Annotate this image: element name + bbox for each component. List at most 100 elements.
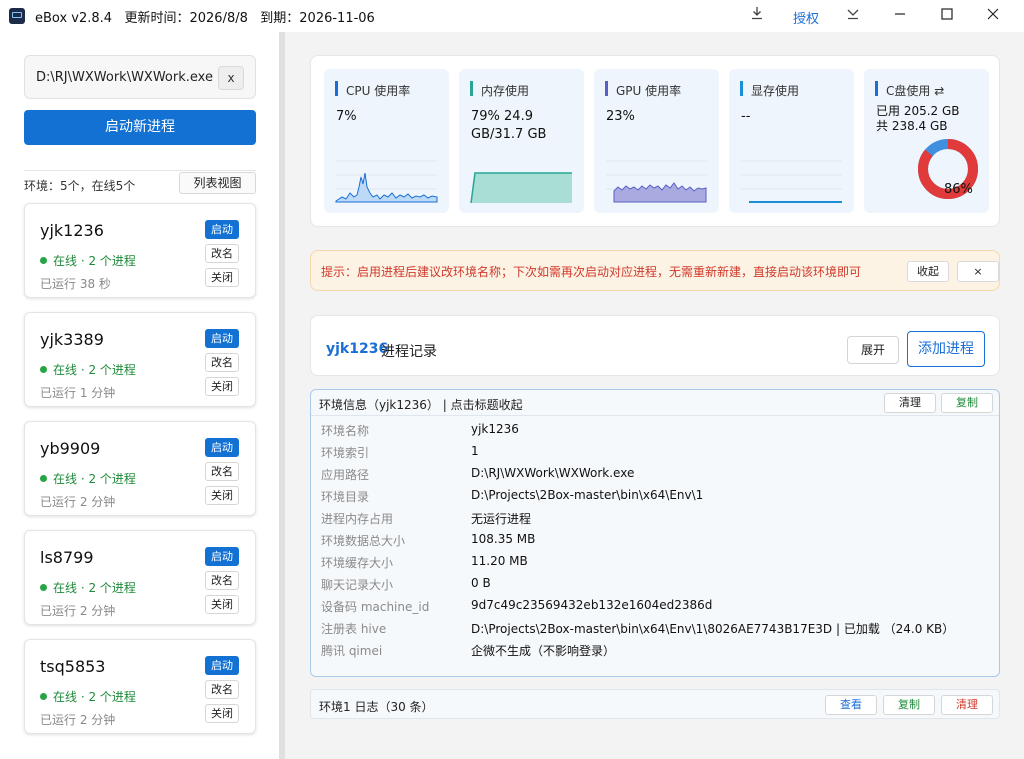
info-value: 11.20 MB	[471, 554, 528, 568]
environment-sidebar: D:\RJ\WXWork\WXWork.exe x 启动新进程 环境：5个，在线…	[0, 32, 279, 759]
environment-info-panel: 环境信息（yjk1236） | 点击标题收起 清理 复制 环境名称 yjk1236…	[310, 389, 1000, 677]
env-start-button[interactable]: 启动	[205, 220, 239, 239]
info-row: 环境缓存大小 11.20 MB	[311, 551, 999, 571]
info-row: 聊天记录大小 0 B	[311, 573, 999, 593]
info-row: 环境目录 D:\Projects\2Box-master\bin\x64\Env\…	[311, 485, 999, 505]
log-title: 环境1 日志（30 条）	[319, 700, 434, 714]
download-icon[interactable]	[747, 6, 767, 26]
environment-name: ls8799	[40, 548, 94, 567]
info-value: 108.35 MB	[471, 532, 536, 546]
info-row: 进程内存占用 无运行进程	[311, 507, 999, 527]
info-value: yjk1236	[471, 422, 519, 436]
minimize-button[interactable]	[877, 0, 923, 32]
info-clear-button[interactable]: 清理	[884, 393, 936, 413]
info-value: 0 B	[471, 576, 491, 590]
environment-card[interactable]: tsq5853 在线 · 2 个进程已运行 2 分钟 启动改名关闭	[24, 639, 256, 734]
environment-status-text: 在线 · 2 个进程	[53, 254, 136, 268]
environment-card[interactable]: yjk3389 在线 · 2 个进程已运行 1 分钟 启动改名关闭	[24, 312, 256, 407]
memory-sparkline	[470, 172, 572, 204]
environment-status: 在线 · 2 个进程	[40, 361, 136, 378]
panel-splitter[interactable]	[279, 32, 285, 759]
environment-name: yjk3389	[40, 330, 104, 349]
records-title: 进程记录	[381, 344, 437, 360]
environment-status-text: 在线 · 2 个进程	[53, 690, 136, 704]
list-view-button[interactable]: 列表视图	[179, 172, 256, 194]
env-start-button[interactable]: 启动	[205, 329, 239, 348]
memory-stat-card: 内存使用 79% 24.9 GB/31.7 GB	[459, 69, 584, 213]
log-clear-button[interactable]: 清理	[941, 695, 993, 715]
environment-status: 在线 · 2 个进程	[40, 252, 136, 269]
log-view-button[interactable]: 查看	[825, 695, 877, 715]
license-link[interactable]: 授权	[793, 8, 819, 27]
env-start-button[interactable]: 启动	[205, 547, 239, 566]
environment-uptime: 已运行 2 分钟	[40, 713, 116, 727]
info-key: 环境数据总大小	[321, 534, 406, 548]
clear-path-button[interactable]: x	[218, 66, 244, 90]
environment-name: yb9909	[40, 439, 101, 458]
collapse-tip-button[interactable]: 收起	[907, 261, 949, 282]
info-key: 应用路径	[321, 468, 370, 482]
env-rename-button[interactable]: 改名	[205, 244, 239, 263]
environment-info-title[interactable]: 环境信息（yjk1236） | 点击标题收起	[319, 396, 523, 413]
add-process-button[interactable]: 添加进程	[907, 331, 985, 367]
exe-path-field[interactable]: D:\RJ\WXWork\WXWork.exe x	[24, 55, 256, 99]
tip-banner: 提示：启用进程后建议改环境名称；下次如需再次启动对应进程，无需重新新建，直接启动…	[310, 250, 1000, 291]
environment-uptime: 已运行 1 分钟	[40, 386, 116, 400]
log-copy-button[interactable]: 复制	[883, 695, 935, 715]
environment-card[interactable]: yb9909 在线 · 2 个进程 已运行 2 分钟 启动 改名 关闭	[24, 421, 256, 516]
environment-name: tsq5853	[40, 657, 106, 676]
process-records-header: yjk1236 进程记录 展开 添加进程	[310, 315, 1000, 376]
environment-card[interactable]: yjk1236 在线 · 2 个进程 已运行 38 秒 启动 改名 关闭	[24, 203, 256, 298]
info-row: 环境名称 yjk1236	[311, 419, 999, 439]
info-value: 1	[471, 444, 479, 458]
info-key: 注册表 hive	[321, 622, 387, 636]
env-rename-button[interactable]: 改名	[205, 571, 239, 590]
close-window-button[interactable]	[970, 0, 1016, 32]
disk-percent: 86%	[944, 182, 973, 197]
info-row: 设备码 machine_id 9d7c49c23569432eb132e1604e…	[311, 595, 999, 615]
gpu-stat-card: GPU 使用率 23%	[594, 69, 719, 213]
info-value: 9d7c49c23569432eb132e1604ed2386d	[471, 598, 713, 612]
env-start-button[interactable]: 启动	[205, 656, 239, 675]
disk-stat-card: C盘使用 ⇄ 已用 205.2 GB 共 238.4 GB 86%	[864, 69, 989, 213]
environment-card[interactable]: ls8799 在线 · 2 个进程 已运行 2 分钟 启动 改名 关闭	[24, 530, 256, 625]
info-value: D:\Projects\2Box-master\bin\x64\Env\1\80…	[471, 622, 955, 636]
env-rename-button[interactable]: 改名	[205, 680, 239, 699]
online-dot-icon	[40, 693, 47, 700]
env-start-button[interactable]: 启动	[205, 438, 239, 457]
environment-uptime: 已运行 2 分钟	[40, 604, 116, 618]
close-tip-button[interactable]: ×	[957, 261, 999, 282]
env-rename-button[interactable]: 改名	[205, 353, 239, 372]
env-close-button[interactable]: 关闭	[205, 268, 239, 287]
env-close-button[interactable]: 关闭	[205, 595, 239, 614]
start-new-process-button[interactable]: 启动新进程	[24, 110, 256, 145]
maximize-button[interactable]	[924, 0, 970, 32]
environment-status-text: 在线 · 2 个进程	[53, 363, 136, 377]
expand-button[interactable]: 展开	[847, 336, 899, 364]
info-key: 腾讯 qimei	[321, 644, 383, 658]
info-value: D:\RJ\WXWork\WXWork.exe	[471, 466, 635, 480]
env-close-button[interactable]: 关闭	[205, 486, 239, 505]
info-key: 环境名称	[321, 424, 370, 438]
system-stats-panel: CPU 使用率 7% 内存使用 79% 24.9 GB/31.7 GB GPU …	[310, 55, 1000, 227]
environment-status: 在线 · 2 个进程	[40, 688, 136, 705]
online-dot-icon	[40, 584, 47, 591]
env-rename-button[interactable]: 改名	[205, 462, 239, 481]
tip-text: 提示：启用进程后建议改环境名称；下次如需再次启动对应进程，无需重新新建，直接启动…	[321, 265, 862, 279]
info-key: 环境缓存大小	[321, 556, 394, 570]
info-key: 设备码 machine_id	[321, 600, 430, 614]
window-title: eBox v2.8.4 更新时间：2026/8/8 到期：2026-11-06	[35, 11, 375, 26]
env-close-button[interactable]: 关闭	[205, 704, 239, 723]
online-dot-icon	[40, 475, 47, 482]
info-copy-button[interactable]: 复制	[941, 393, 993, 413]
environment-uptime: 已运行 38 秒	[40, 277, 111, 291]
title-bar: eBox v2.8.4 更新时间：2026/8/8 到期：2026-11-06 …	[0, 0, 1024, 32]
online-dot-icon	[40, 257, 47, 264]
chevron-down-icon[interactable]	[843, 6, 863, 26]
env-close-button[interactable]: 关闭	[205, 377, 239, 396]
environment-summary: 环境：5个，在线5个	[24, 179, 136, 193]
cpu-sparkline	[335, 160, 438, 203]
divider	[24, 170, 256, 171]
environment-info-header[interactable]: 环境信息（yjk1236） | 点击标题收起 清理 复制	[311, 390, 999, 416]
environment-uptime: 已运行 2 分钟	[40, 495, 116, 509]
